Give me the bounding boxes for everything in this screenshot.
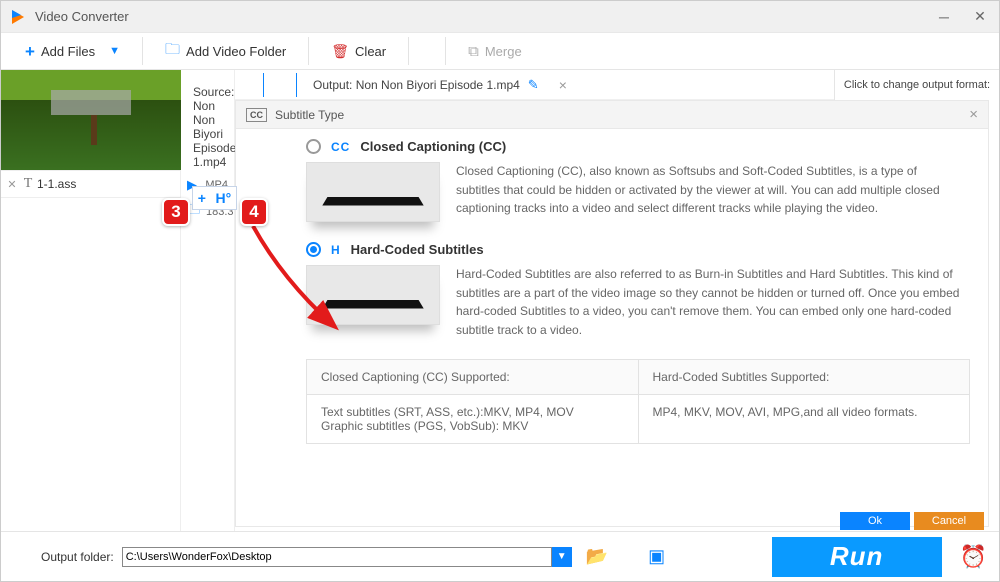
- add-cc-icon[interactable]: +: [198, 190, 206, 206]
- subtitle-add-controls: + H°: [192, 186, 237, 210]
- support-table: Closed Captioning (CC) Supported: Hard-C…: [306, 359, 970, 444]
- merge-icon: ⧉: [468, 43, 479, 60]
- close-button[interactable]: ✕: [969, 6, 991, 28]
- edit-output-icon[interactable]: ✎: [528, 77, 539, 93]
- annotation-4: 4: [240, 198, 268, 226]
- remove-item-icon[interactable]: ×: [559, 77, 567, 93]
- add-files-label: Add Files: [41, 44, 95, 59]
- remove-subtitle-icon[interactable]: ✕: [5, 178, 19, 191]
- toolbar: + Add Files ▼ 🗀 Add Video Folder 🗑 Clear…: [1, 33, 999, 70]
- video-thumbnail[interactable]: [1, 70, 181, 170]
- minimize-button[interactable]: ─: [933, 6, 955, 28]
- trash-icon: 🗑: [331, 43, 349, 60]
- bottom-bar: Output folder: ▼ 📂 ▣ Run ⏰: [1, 531, 999, 581]
- folder-video-icon: 🗀: [165, 39, 180, 64]
- annotation-arrow: [243, 220, 383, 340]
- ok-button[interactable]: Ok: [840, 512, 910, 530]
- radio-cc[interactable]: [306, 139, 321, 154]
- clear-button[interactable]: 🗑 Clear: [317, 39, 400, 64]
- source-label: Source: Non Non Biyori Episode 1.mp4: [181, 78, 234, 173]
- panel-title: Subtitle Type: [275, 108, 969, 122]
- source-output-bar: Output: Non Non Biyori Episode 1.mp4 ✎ ×…: [235, 70, 999, 100]
- cc-supported-header: Closed Captioning (CC) Supported:: [307, 360, 639, 395]
- change-format-button[interactable]: Click to change output format:: [834, 70, 999, 100]
- add-hard-icon[interactable]: H°: [216, 190, 232, 206]
- app-logo-icon: [9, 8, 27, 26]
- output-folder-label: Output folder:: [41, 550, 114, 564]
- option-hard: H Hard-Coded Subtitles Hard-Coded Subtit…: [306, 242, 970, 339]
- clear-label: Clear: [355, 44, 386, 59]
- output-folder-input[interactable]: [122, 547, 552, 567]
- alarm-clock-icon[interactable]: ⏰: [960, 544, 987, 570]
- hard-description: Hard-Coded Subtitles are also referred t…: [456, 265, 970, 339]
- text-icon: T: [19, 176, 37, 192]
- merge-button[interactable]: ⧉ Merge: [454, 39, 536, 64]
- hard-supported-body: MP4, MKV, MOV, AVI, MPG,and all video fo…: [638, 395, 970, 444]
- cancel-button[interactable]: Cancel: [914, 512, 984, 530]
- cc-illustration: [306, 162, 440, 222]
- option-cc: CC Closed Captioning (CC) Closed Caption…: [306, 139, 970, 222]
- open-folder-icon[interactable]: 📂: [586, 546, 608, 567]
- panel-header: CC Subtitle Type ×: [236, 101, 988, 129]
- app-window: Video Converter ─ ✕ + Add Files ▼ 🗀 Add …: [0, 0, 1000, 582]
- titlebar: Video Converter ─ ✕: [1, 1, 999, 33]
- add-folder-button[interactable]: 🗀 Add Video Folder: [151, 35, 300, 68]
- content-area: ✕ T 1-1.ass Source: Non Non Biyori Episo…: [1, 70, 999, 531]
- left-panel: ✕ T 1-1.ass: [1, 70, 181, 531]
- output-folder-dropdown[interactable]: ▼: [552, 547, 572, 567]
- run-button[interactable]: Run: [772, 537, 942, 577]
- meta-column: Source: Non Non Biyori Episode 1.mp4 ▶ M…: [181, 70, 235, 531]
- cc-supported-body: Text subtitles (SRT, ASS, etc.):MKV, MP4…: [307, 395, 639, 444]
- annotation-3: 3: [162, 198, 190, 226]
- chevron-down-icon: ▼: [109, 45, 120, 57]
- hard-supported-header: Hard-Coded Subtitles Supported:: [638, 360, 970, 395]
- cc-badge-icon: CC: [246, 108, 267, 122]
- add-files-button[interactable]: + Add Files ▼: [11, 39, 134, 64]
- plus-icon: +: [25, 43, 35, 60]
- cc-option-label: Closed Captioning (CC): [360, 139, 506, 154]
- subtitle-filename: 1-1.ass: [37, 177, 176, 191]
- subtitle-row[interactable]: ✕ T 1-1.ass: [1, 170, 180, 198]
- output-label: Output: Non Non Biyori Episode 1.mp4: [313, 78, 520, 92]
- cc-tag-icon: CC: [331, 140, 350, 154]
- profile-card-icon[interactable]: ▣: [648, 546, 665, 567]
- dialog-buttons: Ok Cancel: [840, 512, 984, 530]
- app-title: Video Converter: [35, 9, 933, 24]
- cc-description: Closed Captioning (CC), also known as So…: [456, 162, 970, 222]
- panel-close-icon[interactable]: ×: [969, 106, 978, 123]
- merge-label: Merge: [485, 44, 522, 59]
- add-folder-label: Add Video Folder: [186, 44, 286, 59]
